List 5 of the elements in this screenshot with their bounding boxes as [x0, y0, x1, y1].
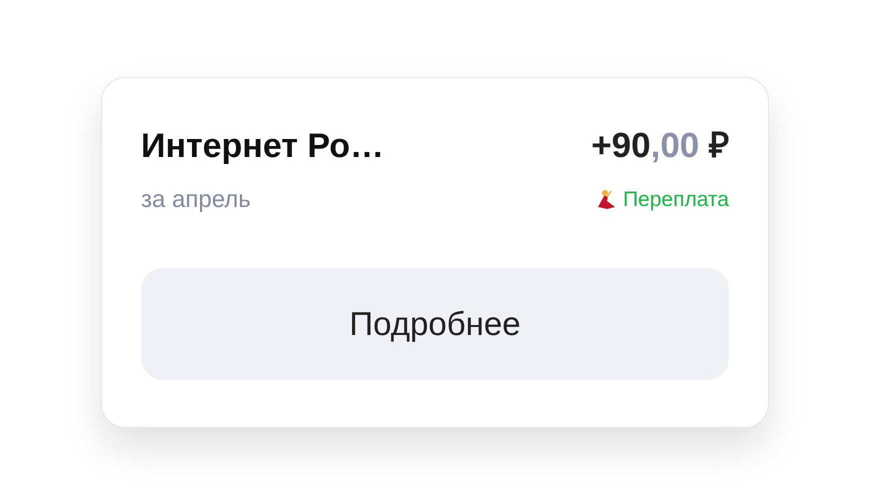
details-button[interactable]: Подробнее [141, 268, 729, 380]
card-title: Интернет Ро… [141, 126, 384, 167]
amount: +90,00 ₽ [591, 125, 729, 167]
period-label: за апрель [141, 185, 252, 215]
status-label: Переплата [622, 187, 729, 213]
